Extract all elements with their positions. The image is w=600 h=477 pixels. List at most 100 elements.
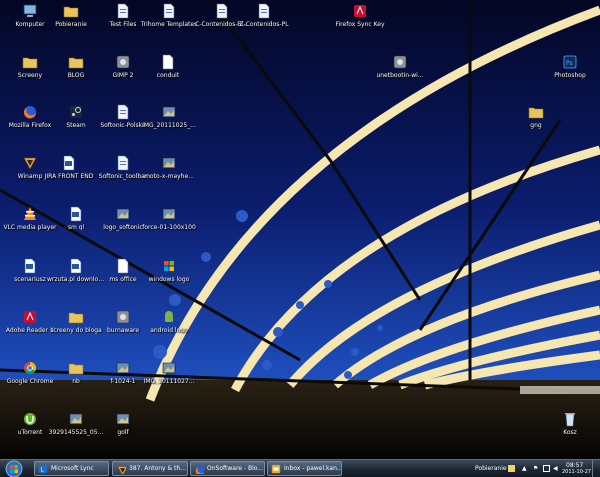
desktop-icon[interactable]: windows logo	[139, 258, 199, 296]
desktop-icon-label: conduit	[156, 72, 180, 79]
taskbar-button[interactable]: OnSoftware - Blo...	[190, 461, 265, 476]
steam-icon	[70, 106, 82, 118]
folder-icon	[528, 107, 544, 119]
computer-icon	[23, 4, 37, 17]
desktop-icon[interactable]: golf	[93, 411, 153, 449]
desktop-icon-label: moto-x-mayhe...	[144, 173, 194, 180]
desktop-icon-label: Z-Contenidos-PL	[239, 21, 289, 28]
desktop-icon-label: android logo	[150, 327, 188, 334]
doc-icon	[117, 258, 129, 274]
image-icon	[116, 208, 130, 220]
tray-folder-label[interactable]: Pobieranie	[475, 465, 507, 472]
pdf-icon	[24, 311, 36, 323]
winamp-icon	[117, 466, 126, 474]
desktop-icon[interactable]: force-01-100x100	[139, 206, 199, 244]
show-hidden-icons-icon[interactable]: ▲	[522, 465, 529, 472]
file-icon	[258, 3, 270, 19]
image-icon	[162, 106, 176, 118]
utorrent-icon	[24, 413, 36, 425]
desktop-icon[interactable]: IMG_20111025_...	[139, 104, 199, 142]
taskbar-button[interactable]: Inbox - pawel.kan...	[267, 461, 342, 476]
photoshop-icon: Ps	[563, 55, 577, 69]
flag-icon[interactable]: ⚑	[533, 465, 540, 472]
pdf-icon	[354, 5, 366, 17]
word-icon	[63, 155, 75, 171]
desktop-icon[interactable]: JIRA FRONT END	[39, 155, 99, 193]
clock-date[interactable]: 2011-10-27	[562, 469, 591, 475]
desktop-icon-label: Pobieranie	[55, 21, 87, 28]
image-icon	[116, 413, 130, 425]
network-icon[interactable]	[543, 465, 550, 472]
recycle-icon	[565, 413, 575, 427]
app-icon	[393, 55, 407, 69]
firefox-icon	[23, 106, 36, 119]
taskbar: L Microsoft Lync 387. Antony & th... OnSoft…	[0, 459, 600, 477]
taskbar-button[interactable]: 387. Antony & th...	[112, 461, 188, 476]
desktop-icon-label: JIRA FRONT END	[44, 173, 94, 180]
file-icon	[163, 3, 175, 19]
desktop-icon-label: Firefox Sync Key	[335, 21, 385, 28]
desktop-icon-label: Kosz	[563, 429, 577, 436]
image-icon	[162, 362, 176, 374]
start-button[interactable]	[2, 460, 26, 477]
folder-tray-icon[interactable]	[508, 465, 515, 472]
taskbar-button-label: Microsoft Lync	[51, 465, 94, 472]
desktop-icon[interactable]: Ps Photoshop	[540, 54, 600, 92]
taskbar-button-label: Inbox - pawel.kan...	[284, 465, 340, 472]
desktop-icon[interactable]: Kosz	[540, 411, 600, 449]
taskbar-button-label: 387. Antony & th...	[129, 465, 186, 472]
system-tray: Pobieranie ▲ ⚑ ◀ 08:57 2011-10-27	[470, 460, 600, 477]
desktop-icon[interactable]: Z-Contenidos-PL	[234, 3, 294, 41]
volume-icon[interactable]: ◀	[553, 465, 560, 472]
doc-icon	[162, 54, 174, 70]
word-icon	[24, 258, 36, 274]
desktop-icon[interactable]: conduit	[138, 54, 198, 92]
show-desktop-button[interactable]	[592, 460, 600, 477]
desktop-icon[interactable]: android logo	[139, 309, 199, 347]
desktop-icon-label: unetbootin-wi...	[376, 72, 424, 79]
chrome-icon	[24, 362, 37, 375]
windows-icon	[164, 261, 174, 271]
folder-icon	[68, 57, 84, 69]
android-icon	[165, 311, 173, 322]
image-icon	[162, 157, 176, 169]
taskbar-button[interactable]: L Microsoft Lync	[34, 461, 109, 476]
desktop-icon[interactable]: Firefox Sync Key	[330, 3, 390, 41]
file-icon	[117, 104, 129, 120]
desktop-icon-label: windows logo	[148, 276, 190, 283]
image-icon	[69, 413, 83, 425]
app-icon	[116, 310, 130, 324]
desktop-icon[interactable]: gng	[506, 104, 566, 142]
folder-icon	[63, 6, 79, 18]
desktop-icon-label: IMG_20111027...	[143, 378, 195, 385]
file-icon	[216, 3, 228, 19]
desktop-icon-label: Photoshop	[554, 72, 586, 79]
winamp-icon	[23, 157, 37, 170]
taskbar-button-label: OnSoftware - Blo...	[207, 465, 263, 472]
folder-icon	[22, 57, 38, 69]
lync-icon: L	[38, 464, 48, 474]
desktop-icon-label: golf	[117, 429, 129, 436]
vlc-icon	[24, 207, 36, 220]
desktop-icon-label: IMG_20111025_...	[142, 122, 196, 129]
outlook-icon	[271, 464, 281, 474]
file-icon	[117, 3, 129, 19]
firefox-icon	[195, 465, 204, 474]
desktop-icon-label: gng	[530, 122, 542, 129]
desktop-icon[interactable]: Pobieranie	[41, 3, 101, 41]
image-icon	[162, 208, 176, 220]
file-icon	[117, 155, 129, 171]
folder-icon	[68, 363, 84, 375]
folder-icon	[68, 312, 84, 324]
desktop-icon[interactable]: IMG_20111027...	[139, 360, 199, 398]
word-icon	[70, 258, 82, 274]
svg-text:Ps: Ps	[566, 60, 573, 67]
word-icon	[70, 206, 82, 222]
clock-time[interactable]: 08:57	[566, 462, 583, 469]
desktop-icon[interactable]: moto-x-mayhe...	[139, 155, 199, 193]
desktop-icon-label: Trihome Templates	[140, 21, 198, 28]
desktop-icon-label: force-01-100x100	[142, 224, 196, 231]
desktop-icon[interactable]: unetbootin-wi...	[370, 54, 430, 92]
image-icon	[116, 362, 130, 374]
desktop-icon[interactable]: Trihome Templates	[139, 3, 199, 41]
